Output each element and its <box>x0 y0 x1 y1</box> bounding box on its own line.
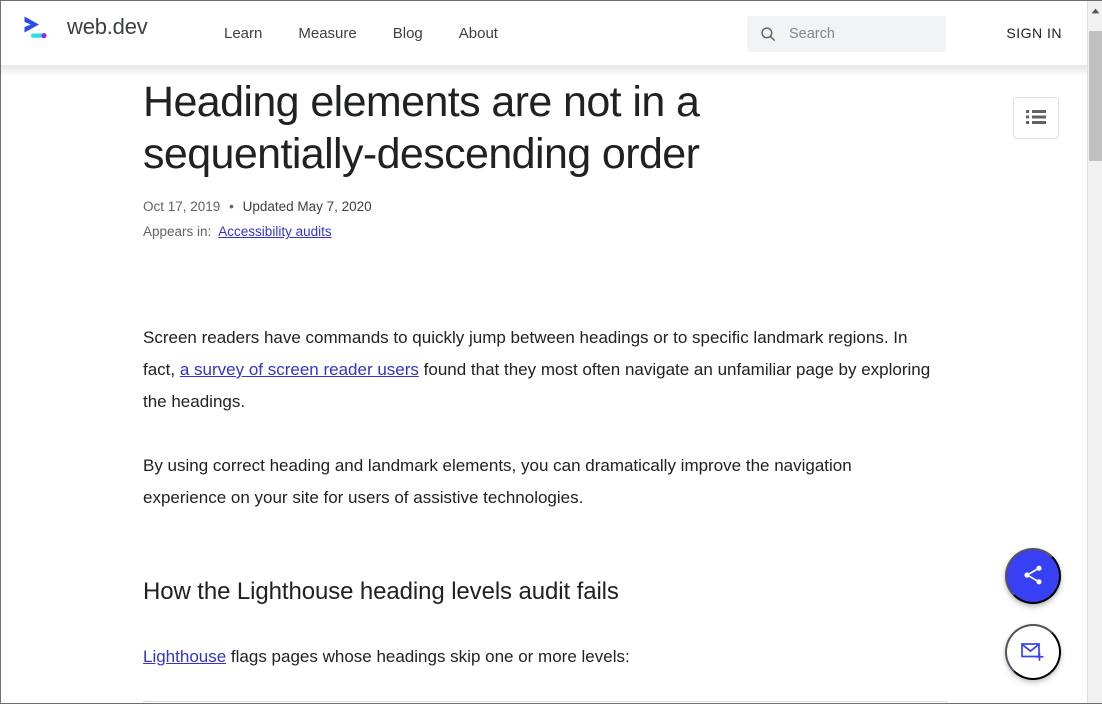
share-button[interactable] <box>1005 548 1061 604</box>
triangle-up-icon <box>1091 1 1100 19</box>
article-content: Heading elements are not in a sequential… <box>1 66 1088 704</box>
search-icon <box>759 25 777 43</box>
page-title: Heading elements are not in a sequential… <box>143 66 783 180</box>
appears-in-link[interactable]: Accessibility audits <box>218 224 331 239</box>
scroll-up-arrow-button[interactable] <box>1088 1 1102 18</box>
lighthouse-link[interactable]: Lighthouse <box>143 647 226 666</box>
updated-date: Updated May 7, 2020 <box>243 199 372 214</box>
list-view-icon <box>1026 109 1046 128</box>
section-heading-audit-fails: How the Lighthouse heading levels audit … <box>143 514 1028 608</box>
nav-item-learn[interactable]: Learn <box>206 1 280 66</box>
site-brand-name: web.dev <box>67 16 148 38</box>
appears-in-label: Appears in: <box>143 224 211 239</box>
nav-item-blog[interactable]: Blog <box>375 1 441 66</box>
sign-in-button[interactable]: SIGN IN <box>996 1 1072 66</box>
appears-in-row: Appears in: Accessibility audits <box>143 220 1028 244</box>
meta-separator: • <box>224 199 239 214</box>
page-scroll-area: web.dev Learn Measure Blog About SIGN IN <box>1 1 1088 704</box>
survey-of-screen-reader-users-link[interactable]: a survey of screen reader users <box>180 360 419 379</box>
search-box[interactable] <box>747 16 946 52</box>
subscribe-email-button[interactable] <box>1005 624 1061 680</box>
search-input[interactable] <box>789 26 939 42</box>
article-meta: Oct 17, 2019 • Updated May 7, 2020 Appea… <box>143 195 1028 244</box>
article-dates: Oct 17, 2019 • Updated May 7, 2020 <box>143 195 1028 219</box>
nav-item-measure[interactable]: Measure <box>280 1 374 66</box>
site-logo-link[interactable]: web.dev <box>23 14 148 40</box>
webdev-chevron-logo-icon <box>23 14 57 40</box>
vertical-scrollbar[interactable] <box>1087 1 1102 704</box>
paragraph-3-text: flags pages whose headings skip one or m… <box>226 647 630 666</box>
site-header: web.dev Learn Measure Blog About SIGN IN <box>1 1 1088 66</box>
nav-item-about[interactable]: About <box>441 1 516 66</box>
published-date: Oct 17, 2019 <box>143 199 220 214</box>
paragraph-screen-readers: Screen readers have commands to quickly … <box>143 322 933 418</box>
browser-viewport: web.dev Learn Measure Blog About SIGN IN <box>0 0 1102 704</box>
table-of-contents-button[interactable] <box>1013 97 1059 139</box>
scrollbar-thumb[interactable] <box>1089 31 1102 161</box>
share-icon <box>1021 563 1045 590</box>
email-plus-icon <box>1020 640 1046 665</box>
paragraph-lighthouse-flags: Lighthouse flags pages whose headings sk… <box>143 641 933 673</box>
main-navigation: Learn Measure Blog About <box>206 1 516 66</box>
paragraph-correct-headings: By using correct heading and landmark el… <box>143 450 933 514</box>
